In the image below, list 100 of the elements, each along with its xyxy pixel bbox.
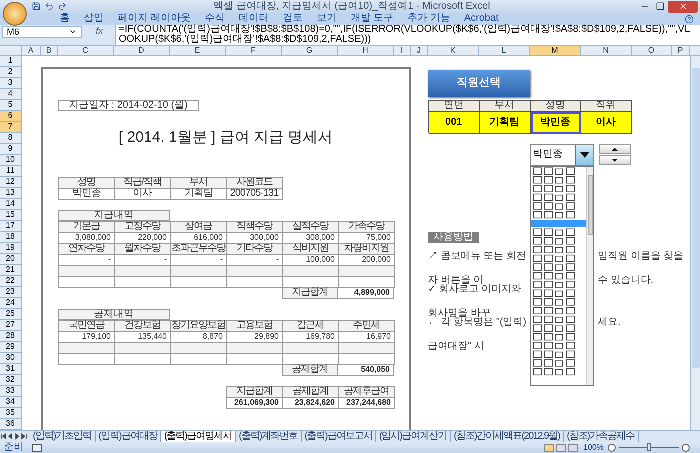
table-cell — [115, 354, 171, 365]
row-header[interactable]: 7 — [0, 122, 22, 133]
save-icon[interactable] — [32, 2, 41, 11]
ribbon-tab[interactable]: 홈 — [60, 13, 70, 25]
column-header[interactable]: B — [41, 46, 58, 55]
employee-combo-box[interactable]: 박민종 — [530, 144, 594, 166]
row-header[interactable]: 19 — [0, 243, 22, 254]
row-header[interactable]: 27 — [0, 320, 22, 331]
page-break-view-icon[interactable] — [568, 444, 578, 452]
column-header[interactable]: G — [282, 46, 338, 55]
ribbon-tab[interactable]: 페이지 레이아웃 — [118, 13, 191, 25]
sheet-tab[interactable]: (출력)급여명세서 — [161, 431, 236, 442]
row-header[interactable]: 11 — [0, 166, 22, 177]
normal-view-icon[interactable] — [544, 444, 554, 452]
row-header[interactable]: 14 — [0, 199, 22, 210]
spin-up-button[interactable] — [599, 144, 631, 154]
row-header[interactable]: 1 — [0, 56, 22, 67]
zoom-out-icon[interactable] — [608, 444, 616, 452]
sheet-navigation-icon[interactable] — [0, 431, 30, 442]
slider-thumb[interactable] — [647, 443, 651, 451]
scrollbar[interactable] — [586, 167, 593, 385]
column-header[interactable]: O — [632, 46, 672, 55]
row-header[interactable]: 12 — [0, 177, 22, 188]
zoom-in-icon[interactable] — [682, 444, 690, 452]
row-header[interactable]: 24 — [0, 298, 22, 309]
spin-down-button[interactable] — [599, 155, 631, 165]
close-icon — [678, 2, 688, 11]
table-header-cell: 공제합계 — [282, 365, 338, 376]
redo-icon[interactable] — [58, 2, 67, 11]
row-header[interactable]: 13 — [0, 188, 22, 199]
row-header[interactable]: 3 — [0, 78, 22, 89]
table-cell: 8,870 — [171, 332, 227, 343]
ribbon-tab[interactable]: 보기 — [316, 13, 337, 25]
row-header[interactable]: 17 — [0, 221, 22, 232]
ribbon-tab[interactable]: 개발 도구 — [350, 13, 394, 25]
formula-field[interactable]: =IF(COUNTA('(입력)급여대장'!$B$8:$B$108)=0,"",IF(ISERROR(VLOOKUP($K$6,'(입력)급여대장'!$A$8:$D$109,2,FALSE)),"",VLOOKUP($K$6,'(입력)급여대장'!$A$8:$D$109,2,FALSE))) — [115, 25, 700, 45]
page-layout-view-icon[interactable] — [556, 444, 566, 452]
zoom-level[interactable]: 100% — [584, 442, 604, 453]
row-header[interactable]: 31 — [0, 364, 22, 375]
undo-icon[interactable] — [45, 2, 54, 11]
name-box[interactable]: M6 — [2, 26, 82, 38]
usage-instruction: ✓ 회사로고 이미지와 회사명을 바꾸 — [428, 284, 522, 319]
table-cell — [339, 277, 395, 288]
row-header[interactable]: 35 — [0, 408, 22, 419]
row-header[interactable]: 9 — [0, 144, 22, 155]
maximize-icon[interactable] — [656, 2, 665, 11]
row-header[interactable]: 6 — [0, 111, 22, 122]
table-cell — [227, 343, 283, 354]
column-header[interactable]: F — [226, 46, 282, 55]
table-cell[interactable]: 이사 — [581, 112, 632, 134]
column-header[interactable]: K — [428, 46, 479, 55]
close-button[interactable] — [668, 0, 698, 12]
column-header[interactable]: C — [58, 46, 114, 55]
table-cell[interactable]: 기획팀 — [480, 112, 530, 134]
row-header[interactable]: 2 — [0, 67, 22, 78]
usage-heading: 사용방법 — [428, 232, 479, 243]
row-header[interactable]: 22 — [0, 276, 22, 287]
help-icon[interactable] — [685, 14, 694, 24]
column-header[interactable]: H — [338, 46, 394, 55]
row-header[interactable]: 18 — [0, 232, 22, 243]
row-header[interactable]: 23 — [0, 287, 22, 298]
ribbon-tab[interactable]: Acrobat — [464, 13, 499, 25]
table-cell[interactable]: 박민종 — [530, 112, 582, 134]
section-label: 공제내역 — [58, 309, 170, 320]
ribbon-tab[interactable]: 수식 — [204, 13, 225, 25]
row-header[interactable]: 10 — [0, 155, 22, 166]
row-header[interactable]: 4 — [0, 89, 22, 100]
column-header[interactable]: M — [530, 46, 581, 55]
column-header[interactable]: E — [170, 46, 226, 55]
row-header[interactable]: 25 — [0, 309, 22, 320]
ribbon-tab[interactable]: 데이터 — [238, 13, 269, 25]
dropdown-button[interactable] — [575, 145, 593, 165]
row-header[interactable]: 20 — [0, 254, 22, 265]
row-header[interactable]: 21 — [0, 265, 22, 276]
select-employee-button[interactable]: 직원선택 — [428, 70, 530, 97]
row-header[interactable]: 15 — [0, 210, 22, 221]
insert-function-button[interactable]: fx — [96, 26, 104, 37]
column-header[interactable]: J — [411, 46, 428, 55]
vertical-scrollbar[interactable] — [690, 56, 700, 430]
window-title: 엑셀 급여대장, 지급명세서 (급여10)_작성예1 - Microsoft Excel — [214, 0, 490, 13]
column-header[interactable]: D — [114, 46, 170, 55]
row-header[interactable]: 32 — [0, 375, 22, 386]
row-header[interactable]: 34 — [0, 397, 22, 408]
macro-record-icon[interactable] — [32, 444, 42, 452]
table-header-cell: 고용보험 — [227, 321, 283, 332]
row-header[interactable]: 30 — [0, 353, 22, 364]
row-header[interactable]: 29 — [0, 342, 22, 353]
row-header[interactable]: 28 — [0, 331, 22, 342]
column-header[interactable]: A — [22, 46, 41, 55]
ribbon-tab[interactable]: 추가 기능 — [408, 13, 450, 25]
table-cell — [283, 266, 339, 277]
table-header-cell: 고정수당 — [115, 222, 171, 233]
ribbon-tab[interactable]: 검토 — [282, 13, 303, 25]
row-header[interactable]: 8 — [0, 133, 22, 144]
table-cell[interactable]: 001 — [429, 112, 480, 134]
column-header[interactable]: N — [581, 46, 632, 55]
column-header[interactable]: I — [394, 46, 411, 55]
table-cell: 기획팀 — [171, 189, 227, 200]
row-header[interactable]: 33 — [0, 386, 22, 397]
ribbon-tab[interactable]: 삽입 — [84, 13, 104, 25]
